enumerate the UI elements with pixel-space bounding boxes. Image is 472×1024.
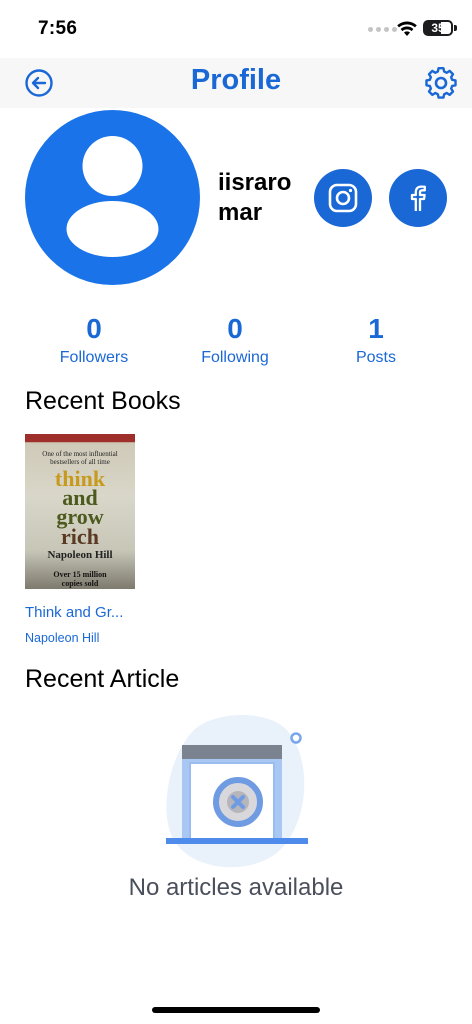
- status-bar: 7:56 35: [0, 0, 472, 58]
- following-count: 0: [227, 313, 243, 344]
- facebook-button[interactable]: [389, 169, 447, 227]
- cover-top-line: One of the most influential bestsellers …: [42, 450, 118, 466]
- recent-article-heading: Recent Article: [25, 665, 180, 693]
- followers-label: Followers: [59, 349, 129, 366]
- cellular-signal-icon: [368, 27, 397, 32]
- posts-stat[interactable]: 1 Posts: [306, 312, 446, 367]
- cover-author: Napoleon Hill: [47, 549, 113, 561]
- following-label: Following: [201, 349, 269, 366]
- home-indicator[interactable]: [152, 1007, 320, 1013]
- followers-count: 0: [86, 313, 102, 344]
- book-cover-image: One of the most influential bestsellers …: [25, 434, 135, 589]
- page-title: Profile: [190, 64, 282, 96]
- instagram-button[interactable]: [314, 169, 372, 227]
- facebook-icon: [410, 185, 426, 211]
- empty-document-icon: [166, 715, 308, 868]
- avatar: [25, 110, 200, 285]
- book-title: Think and Gr...: [25, 604, 124, 621]
- instagram-icon: [328, 183, 358, 213]
- cover-bottom-line: Over 15 million copies sold worldwide: [53, 570, 107, 589]
- wifi-icon: [397, 21, 417, 36]
- following-stat[interactable]: 0 Following: [165, 312, 305, 367]
- battery-level: 35: [431, 21, 445, 35]
- app-header: Profile: [0, 58, 472, 108]
- cover-word-rich: rich: [61, 524, 99, 549]
- followers-stat[interactable]: 0 Followers: [24, 312, 164, 367]
- posts-count: 1: [368, 313, 384, 344]
- gear-icon[interactable]: [424, 66, 458, 100]
- posts-label: Posts: [355, 349, 396, 366]
- book-card[interactable]: One of the most influential bestsellers …: [25, 434, 137, 645]
- book-author: Napoleon Hill: [25, 631, 100, 645]
- status-time: 7:56: [38, 18, 78, 39]
- recent-books-heading: Recent Books: [25, 387, 181, 415]
- empty-articles-message: No articles available: [128, 874, 344, 901]
- battery-icon: 35: [423, 20, 457, 36]
- username: iisraromar: [218, 169, 292, 226]
- person-icon: [66, 136, 159, 257]
